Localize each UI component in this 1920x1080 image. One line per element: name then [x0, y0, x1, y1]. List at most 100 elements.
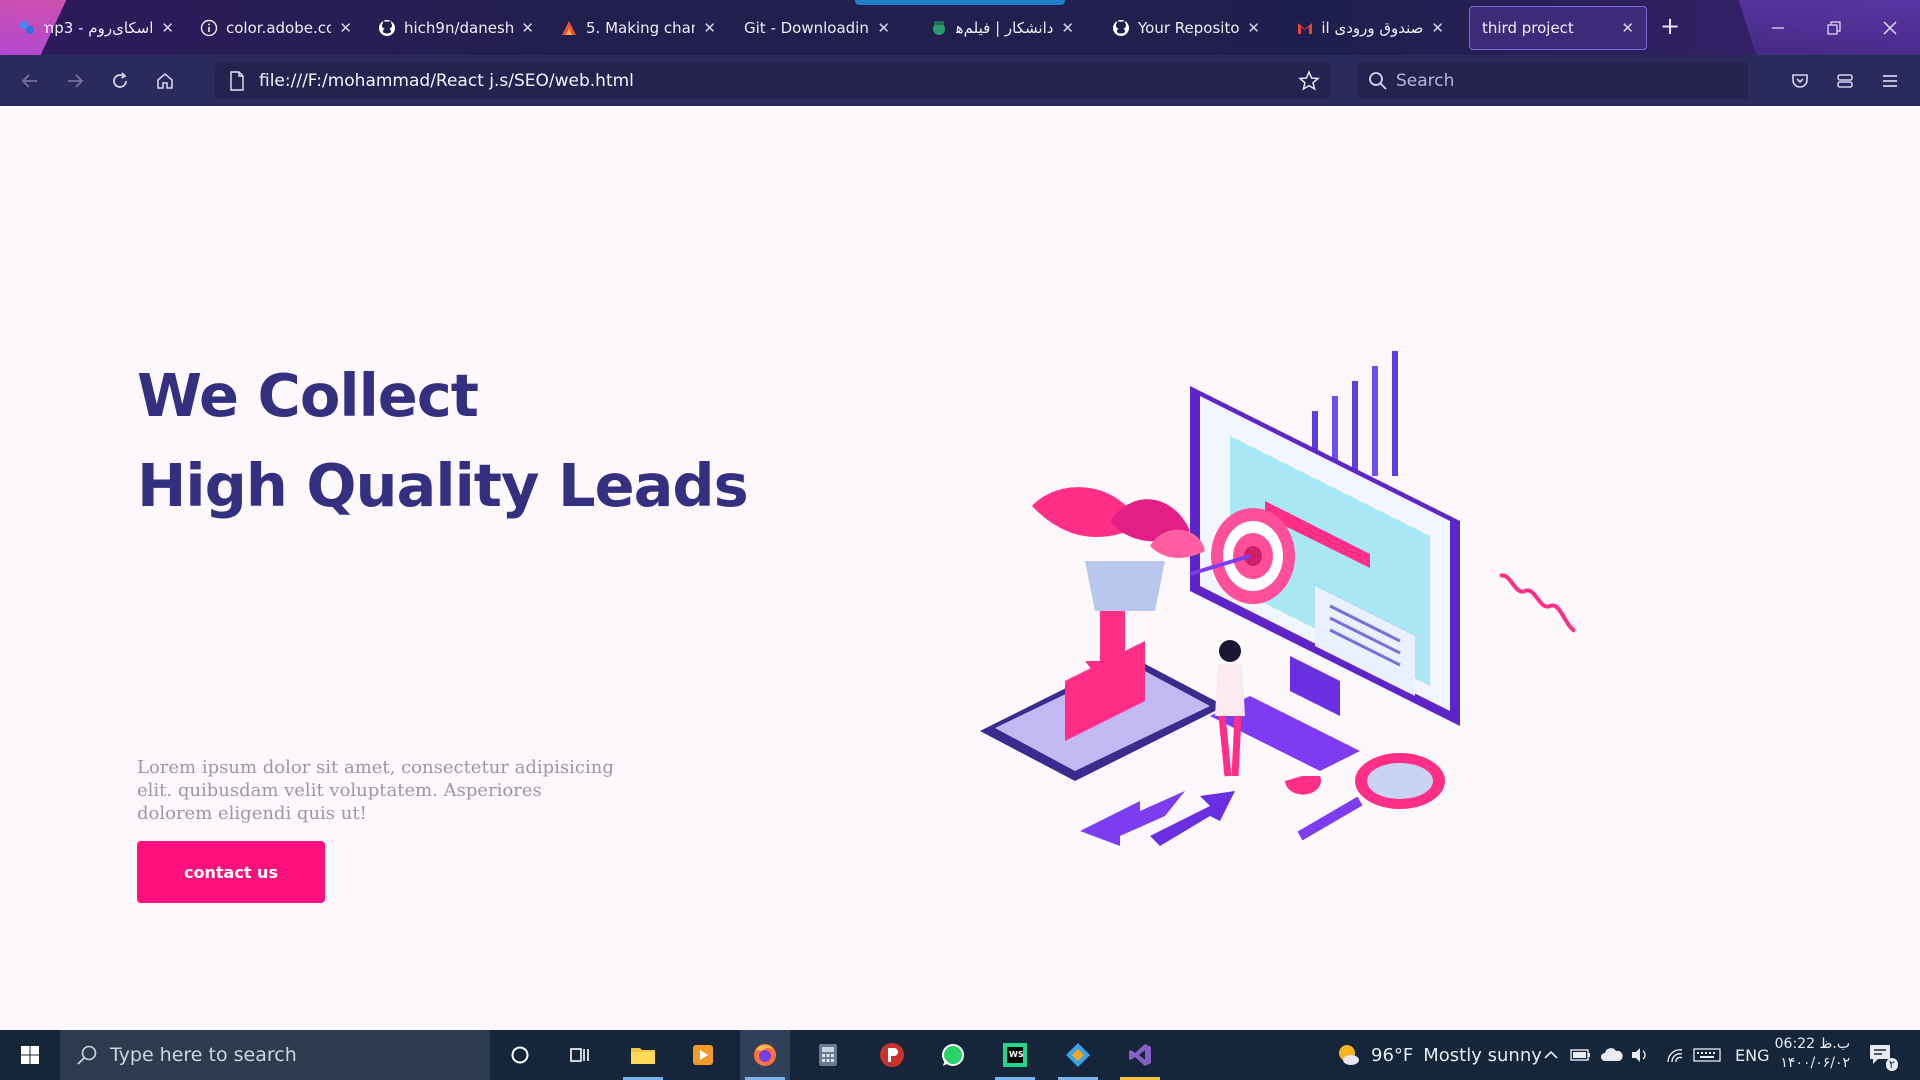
squiggle-decoration [1499, 573, 1577, 633]
notifications-button[interactable]: ۲ [1868, 1030, 1898, 1080]
extensions-icon [1837, 73, 1853, 88]
show-hidden-icons-button[interactable] [1543, 1030, 1559, 1080]
browser-toolbar: file:///F:/mohammad/React j.s/SEO/web.ht… [0, 55, 1920, 106]
onedrive-tray[interactable] [1600, 1030, 1624, 1080]
close-icon[interactable]: ✕ [1247, 19, 1260, 37]
url-text: file:///F:/mohammad/React j.s/SEO/web.ht… [259, 70, 634, 91]
hero-title: We Collect High Quality Leads [137, 351, 749, 531]
clock-date: ۱۴۰۰/۰۶/۰۲ [1780, 1055, 1850, 1071]
restore-button[interactable] [1806, 0, 1862, 55]
keyboard-icon [1693, 1048, 1721, 1062]
firefox-button[interactable] [740, 1030, 790, 1080]
search-placeholder: Search [1396, 70, 1455, 91]
wifi-icon [1667, 1049, 1683, 1063]
close-icon[interactable]: ✕ [1621, 19, 1634, 37]
home-button[interactable] [145, 55, 185, 106]
keyboard-tray[interactable] [1693, 1030, 1721, 1080]
tablet-graphic [980, 611, 1225, 781]
hero-title-line1: We Collect [137, 361, 479, 430]
tab-github-daneshkar[interactable]: hich9n/daneshkar ✕ [366, 6, 546, 50]
webstorm-button[interactable]: WS [990, 1030, 1040, 1080]
psiphon-icon [880, 1043, 904, 1067]
marketing-illustration [980, 351, 1577, 846]
skyroom-icon [18, 19, 36, 37]
pie-graphic [1285, 776, 1321, 795]
tab-title: صندوق ورودی Gmail [1322, 19, 1424, 37]
git-tool-button[interactable] [1053, 1030, 1103, 1080]
sun-cloud-icon [1339, 1045, 1359, 1065]
close-icon[interactable]: ✕ [339, 19, 352, 37]
arrow-left-icon [21, 73, 37, 88]
network-tray[interactable] [1665, 1030, 1685, 1080]
cortana-icon [511, 1046, 529, 1064]
bookmark-star-icon[interactable] [1298, 70, 1320, 97]
clock[interactable]: 06:22 ب.ظ ۱۴۰۰/۰۶/۰۲ [1772, 1035, 1850, 1073]
tab-title: hich9n/daneshkar [404, 19, 514, 37]
forward-button[interactable] [55, 55, 95, 106]
whatsapp-button[interactable] [928, 1030, 978, 1080]
close-window-button[interactable] [1862, 0, 1918, 55]
language-indicator[interactable]: ENG [1735, 1030, 1769, 1080]
contact-us-button[interactable]: contact us [137, 841, 325, 903]
gitkraken-icon [1066, 1043, 1090, 1067]
close-icon[interactable]: ✕ [161, 19, 174, 37]
pocket-icon [1792, 73, 1808, 88]
address-bar[interactable]: file:///F:/mohammad/React j.s/SEO/web.ht… [215, 62, 1330, 99]
cloud-icon [1601, 1048, 1623, 1061]
tab-git-downloading[interactable]: Git - Downloading Package ✕ [732, 6, 902, 50]
visual-studio-button[interactable] [1115, 1030, 1165, 1080]
new-tab-button[interactable]: + [1660, 12, 1680, 40]
svg-text:WS: WS [1009, 1050, 1024, 1059]
file-explorer-button[interactable] [618, 1030, 668, 1080]
firefox-icon [754, 1044, 776, 1066]
tab-title: اسکای‌روم - mp3 [44, 19, 154, 37]
tab-third-project[interactable]: third project ✕ [1469, 6, 1647, 50]
calculator-button[interactable] [803, 1030, 853, 1080]
battery-tray[interactable] [1570, 1030, 1592, 1080]
psiphon-button[interactable] [867, 1030, 917, 1080]
language-label: ENG [1735, 1045, 1770, 1065]
windows-taskbar: Type here to search WS 96°F Mostly sunny… [0, 1030, 1920, 1080]
speaker-icon [1632, 1048, 1646, 1062]
close-icon[interactable]: ✕ [1061, 19, 1074, 37]
cortana-button[interactable] [495, 1030, 545, 1080]
menu-button[interactable] [1870, 55, 1910, 106]
page-icon [229, 71, 245, 96]
media-player-button[interactable] [678, 1030, 728, 1080]
notification-count: ۲ [1886, 1057, 1898, 1071]
visual-studio-icon [1129, 1044, 1151, 1066]
back-button[interactable] [10, 55, 50, 106]
weather-description: Mostly sunny [1423, 1044, 1542, 1066]
search-bar[interactable]: Search [1358, 62, 1748, 99]
close-icon[interactable]: ✕ [521, 19, 534, 37]
home-icon [157, 72, 173, 89]
start-button[interactable] [0, 1030, 60, 1080]
windows-icon [21, 1046, 39, 1064]
plant-graphic [1032, 487, 1205, 611]
search-icon [1368, 71, 1388, 96]
volume-tray[interactable] [1630, 1030, 1650, 1080]
extensions-button[interactable] [1825, 55, 1865, 106]
tab-title: 5. Making changes [586, 19, 695, 37]
tab-daneshkar[interactable]: دانشکار | فیلم‌های ✕ [918, 6, 1086, 50]
close-icon[interactable]: ✕ [877, 19, 890, 37]
person-graphic [1215, 640, 1245, 777]
tab-gmail[interactable]: صندوق ورودی Gmail ✕ [1284, 6, 1456, 50]
reload-button[interactable] [100, 55, 140, 106]
taskbar-search[interactable]: Type here to search [60, 1030, 490, 1080]
tab-skyroom[interactable]: اسکای‌روم - mp3 ✕ [6, 6, 186, 50]
arrow-right-icon [68, 73, 84, 88]
minimize-button[interactable] [1750, 0, 1806, 55]
tab-title: دانشکار | فیلم‌های [956, 19, 1054, 37]
pocket-button[interactable] [1780, 55, 1820, 106]
folder-icon [631, 1048, 655, 1064]
close-icon[interactable]: ✕ [703, 19, 716, 37]
git-course-icon [560, 19, 578, 37]
tab-your-repositories[interactable]: Your Repositories ✕ [1100, 6, 1272, 50]
tab-color-adobe[interactable]: color.adobe.com ✕ [188, 6, 364, 50]
weather-temperature: 96°F [1371, 1044, 1414, 1066]
tab-making-changes[interactable]: 5. Making changes ✕ [548, 6, 728, 50]
weather-widget[interactable]: 96°F Mostly sunny [1335, 1030, 1542, 1080]
close-icon[interactable]: ✕ [1431, 19, 1444, 37]
task-view-button[interactable] [555, 1030, 605, 1080]
